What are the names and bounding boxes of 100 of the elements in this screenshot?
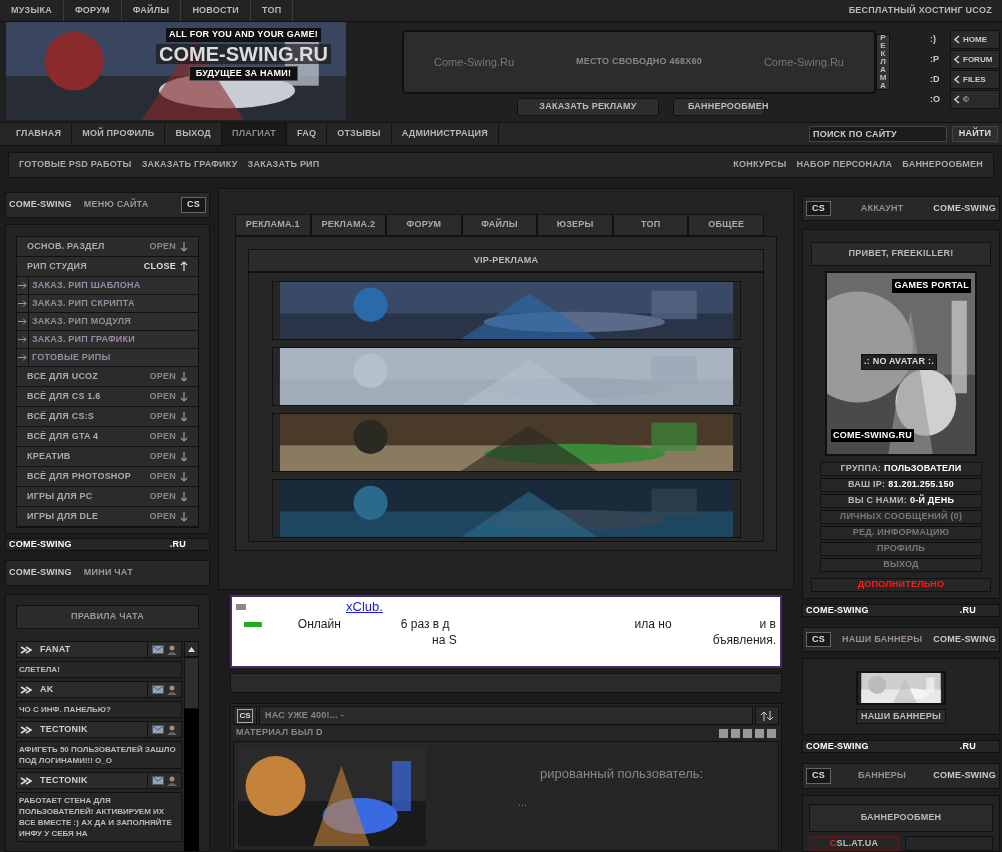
no-avatar-text: .: NO AVATAR :. xyxy=(861,354,937,370)
info-value: 0-Й ДЕНЬ xyxy=(909,494,955,508)
top-menu-link[interactable]: ТОП xyxy=(250,0,294,21)
quick-nav-button[interactable]: © xyxy=(950,90,1000,109)
tab[interactable]: РЕКЛАМА.1 xyxy=(235,214,311,236)
chat-username[interactable]: AK xyxy=(40,682,147,697)
tab[interactable]: ОБЩЕЕ xyxy=(688,214,765,236)
quick-nav-button[interactable]: HOME xyxy=(950,30,1000,49)
sub-nav-link[interactable]: ЗАКАЗАТЬ ГРАФИКУ xyxy=(141,158,238,172)
more-link[interactable]: ДОПОЛНИТЕЛЬНО xyxy=(811,578,991,593)
page-square[interactable] xyxy=(731,728,740,738)
header-title: МЕНЮ САЙТА xyxy=(83,198,149,212)
nav-link[interactable]: ВЫХОД xyxy=(165,123,222,145)
search-field[interactable]: ПОИСК ПО САЙТУ xyxy=(809,126,947,142)
tab[interactable]: ТОП xyxy=(612,214,689,236)
top-menu-link[interactable]: НОВОСТИ xyxy=(181,0,251,21)
menu-toggle[interactable]: OPEN xyxy=(149,239,188,254)
ad-text: на S xyxy=(432,632,457,649)
page-square[interactable] xyxy=(719,728,728,738)
info-label: ВАШ IP: xyxy=(848,478,886,492)
chat-username[interactable]: TECTONIK xyxy=(40,722,147,737)
menu-toggle[interactable]: OPEN xyxy=(149,449,188,464)
nav-link[interactable]: ОТЗЫВЫ xyxy=(327,123,392,145)
down-arrow-icon xyxy=(180,411,188,422)
envelope-icon[interactable] xyxy=(152,685,164,694)
down-arrow-icon xyxy=(180,511,188,522)
menu-toggle[interactable]: OPEN xyxy=(149,509,188,524)
info-label: ГРУППА: xyxy=(840,462,882,476)
menu-item-label: ОСНОВ. РАЗДЕЛ xyxy=(27,239,106,253)
account-link[interactable]: ВЫХОД xyxy=(820,558,982,573)
menu-toggle[interactable]: OPEN xyxy=(149,429,188,444)
page-square[interactable] xyxy=(743,728,752,738)
footer-brand: COME-SWING xyxy=(806,740,869,754)
header-brand: COME-SWING xyxy=(933,201,996,215)
user-icon[interactable] xyxy=(167,684,177,695)
smiley-text: :D xyxy=(930,72,940,86)
exchange-link[interactable]: CSL.AT.UA xyxy=(809,835,899,851)
down-arrow-icon xyxy=(180,471,188,482)
ad-button[interactable]: ЗАКАЗАТЬ РЕКЛАМУ xyxy=(517,98,659,116)
top-menu-link[interactable]: ФОРУМ xyxy=(63,0,122,21)
menu-toggle[interactable]: OPEN xyxy=(149,369,188,384)
ad-link[interactable]: xClub. xyxy=(346,597,383,617)
user-icon[interactable] xyxy=(167,644,177,655)
quick-nav-button[interactable]: FILES xyxy=(950,70,1000,89)
top-menu-link[interactable]: МУЗЫКА xyxy=(0,0,64,21)
sort-button[interactable] xyxy=(755,706,779,725)
tab[interactable]: РЕКЛАМА.2 xyxy=(310,214,387,236)
sub-nav-link[interactable]: ГОТОВЫЕ PSD РАБОТЫ xyxy=(19,158,132,172)
nav-link[interactable]: ПЛАГИАТ xyxy=(222,123,287,145)
cs-label: CS xyxy=(237,708,253,723)
ad-text: Онлайн xyxy=(297,616,341,633)
chat-username[interactable]: FANAT xyxy=(40,642,147,657)
menu-toggle[interactable]: OPEN xyxy=(149,469,188,484)
page-square[interactable] xyxy=(767,728,776,738)
menu-item-label: ИГРЫ ДЛЯ DLE xyxy=(27,509,100,523)
chat-username[interactable]: TECTONIK xyxy=(40,773,147,788)
sub-nav-link[interactable]: КОНКУРСЫ xyxy=(733,158,787,172)
ad-placeholder-text: МЕСТО СВОБОДНО 468X60 xyxy=(576,55,702,69)
scroll-up-button[interactable] xyxy=(184,641,199,657)
menu-toggle[interactable]: OPEN xyxy=(149,489,188,504)
footer-brand: COME-SWING xyxy=(9,537,72,551)
tab[interactable]: ФАЙЛЫ xyxy=(461,214,538,236)
info-value: ПОЛЬЗОВАТЕЛИ xyxy=(884,462,962,476)
right-arrow-icon xyxy=(18,282,27,289)
user-icon[interactable] xyxy=(167,724,177,735)
nav-link[interactable]: ГЛАВНАЯ xyxy=(6,123,73,145)
quick-nav-button[interactable]: FORUM xyxy=(950,50,1000,69)
tab[interactable]: ЮЗЕРЫ xyxy=(537,214,613,236)
avatar-caption: GAMES PORTAL xyxy=(892,279,971,293)
chat-message: РАБОТАЕТ СТЕНА ДЛЯ ПОЛЬЗОВАТЕЛЕЙ! АКТИВИРУЕМ ИХ ВСЕ ВМЕСТЕ :) АХ ДА И ЗАПОЛНЯЙТЕ ИНФУ У СЕБЯ НА xyxy=(16,792,182,842)
nav-link[interactable]: МОЙ ПРОФИЛЬ xyxy=(72,123,166,145)
sub-nav-link[interactable]: БАННЕРООБМЕН xyxy=(902,158,983,172)
account-link[interactable]: РЕД. ИНФОРМАЦИЮ xyxy=(820,526,982,541)
page-square[interactable] xyxy=(755,728,764,738)
menu-toggle[interactable]: OPEN xyxy=(149,409,188,424)
hosting-link[interactable]: БЕСПЛАТНЫЙ ХОСТИНГ UCOZ xyxy=(848,3,1002,18)
banners-button[interactable]: НАШИ БАННЕРЫ xyxy=(855,709,947,725)
tab[interactable]: ФОРУМ xyxy=(386,214,462,236)
menu-toggle[interactable]: CLOSE xyxy=(143,259,188,274)
envelope-icon[interactable] xyxy=(152,725,164,734)
right-arrow-icon xyxy=(18,336,27,343)
scrollbar-thumb[interactable] xyxy=(184,657,199,709)
account-link[interactable]: ЛИЧНЫХ СООБЩЕНИЙ (0) xyxy=(820,510,982,525)
double-chevron-icon xyxy=(20,685,34,694)
nav-link[interactable]: АДМИНИСТРАЦИЯ xyxy=(391,123,499,145)
account-link[interactable]: ПРОФИЛЬ xyxy=(820,542,982,557)
chat-message: АФИГЕТЬ 50 ПОЛЬЗОВАТЕЛЕЙ ЗАШЛО ПОД ЛОГИНАМИ!!! O_O xyxy=(16,741,182,769)
ad-logo-icon xyxy=(236,604,246,610)
menu-toggle[interactable]: OPEN xyxy=(149,389,188,404)
envelope-icon[interactable] xyxy=(152,776,164,785)
search-button[interactable]: НАЙТИ xyxy=(952,126,998,142)
nav-link[interactable]: FAQ xyxy=(286,123,328,145)
sub-nav-link[interactable]: НАБОР ПЕРСОНАЛА xyxy=(796,158,893,172)
envelope-icon[interactable] xyxy=(152,645,164,654)
sub-nav-link[interactable]: ЗАКАЗАТЬ РИП xyxy=(247,158,320,172)
news-title[interactable]: НАС УЖЕ 400!... - xyxy=(265,708,344,723)
top-menu-link[interactable]: ФАЙЛЫ xyxy=(121,0,182,21)
chat-rules-button[interactable]: ПРАВИЛА ЧАТА xyxy=(16,605,199,629)
user-icon[interactable] xyxy=(167,775,177,786)
material-label: МАТЕРИАЛ БЫЛ D xyxy=(236,726,324,740)
